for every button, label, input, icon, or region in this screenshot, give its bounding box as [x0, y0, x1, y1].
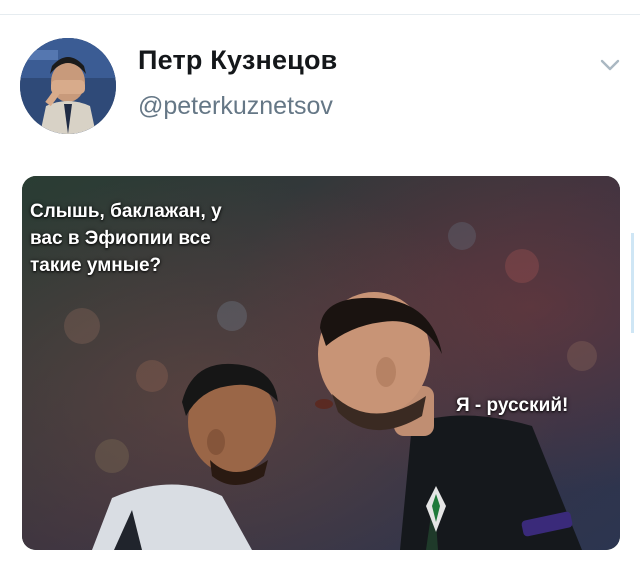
author-avatar[interactable] [20, 38, 116, 134]
caption-left-text: Слышь, баклажан, у вас в Эфиопии все так… [30, 201, 222, 276]
author-handle[interactable]: @peterkuznetsov [138, 92, 333, 121]
person-facepalm-avatar-icon [20, 38, 116, 134]
tweet-menu-chevron-down-icon[interactable] [597, 52, 623, 78]
author-display-name[interactable]: Петр Кузнецов [138, 45, 337, 76]
top-divider [0, 14, 640, 15]
scroll-indicator[interactable] [631, 233, 634, 333]
caption-right-text: Я - русский! [456, 395, 569, 416]
tweet-media-image[interactable]: Слышь, баклажан, у вас в Эфиопии все так… [22, 176, 620, 550]
